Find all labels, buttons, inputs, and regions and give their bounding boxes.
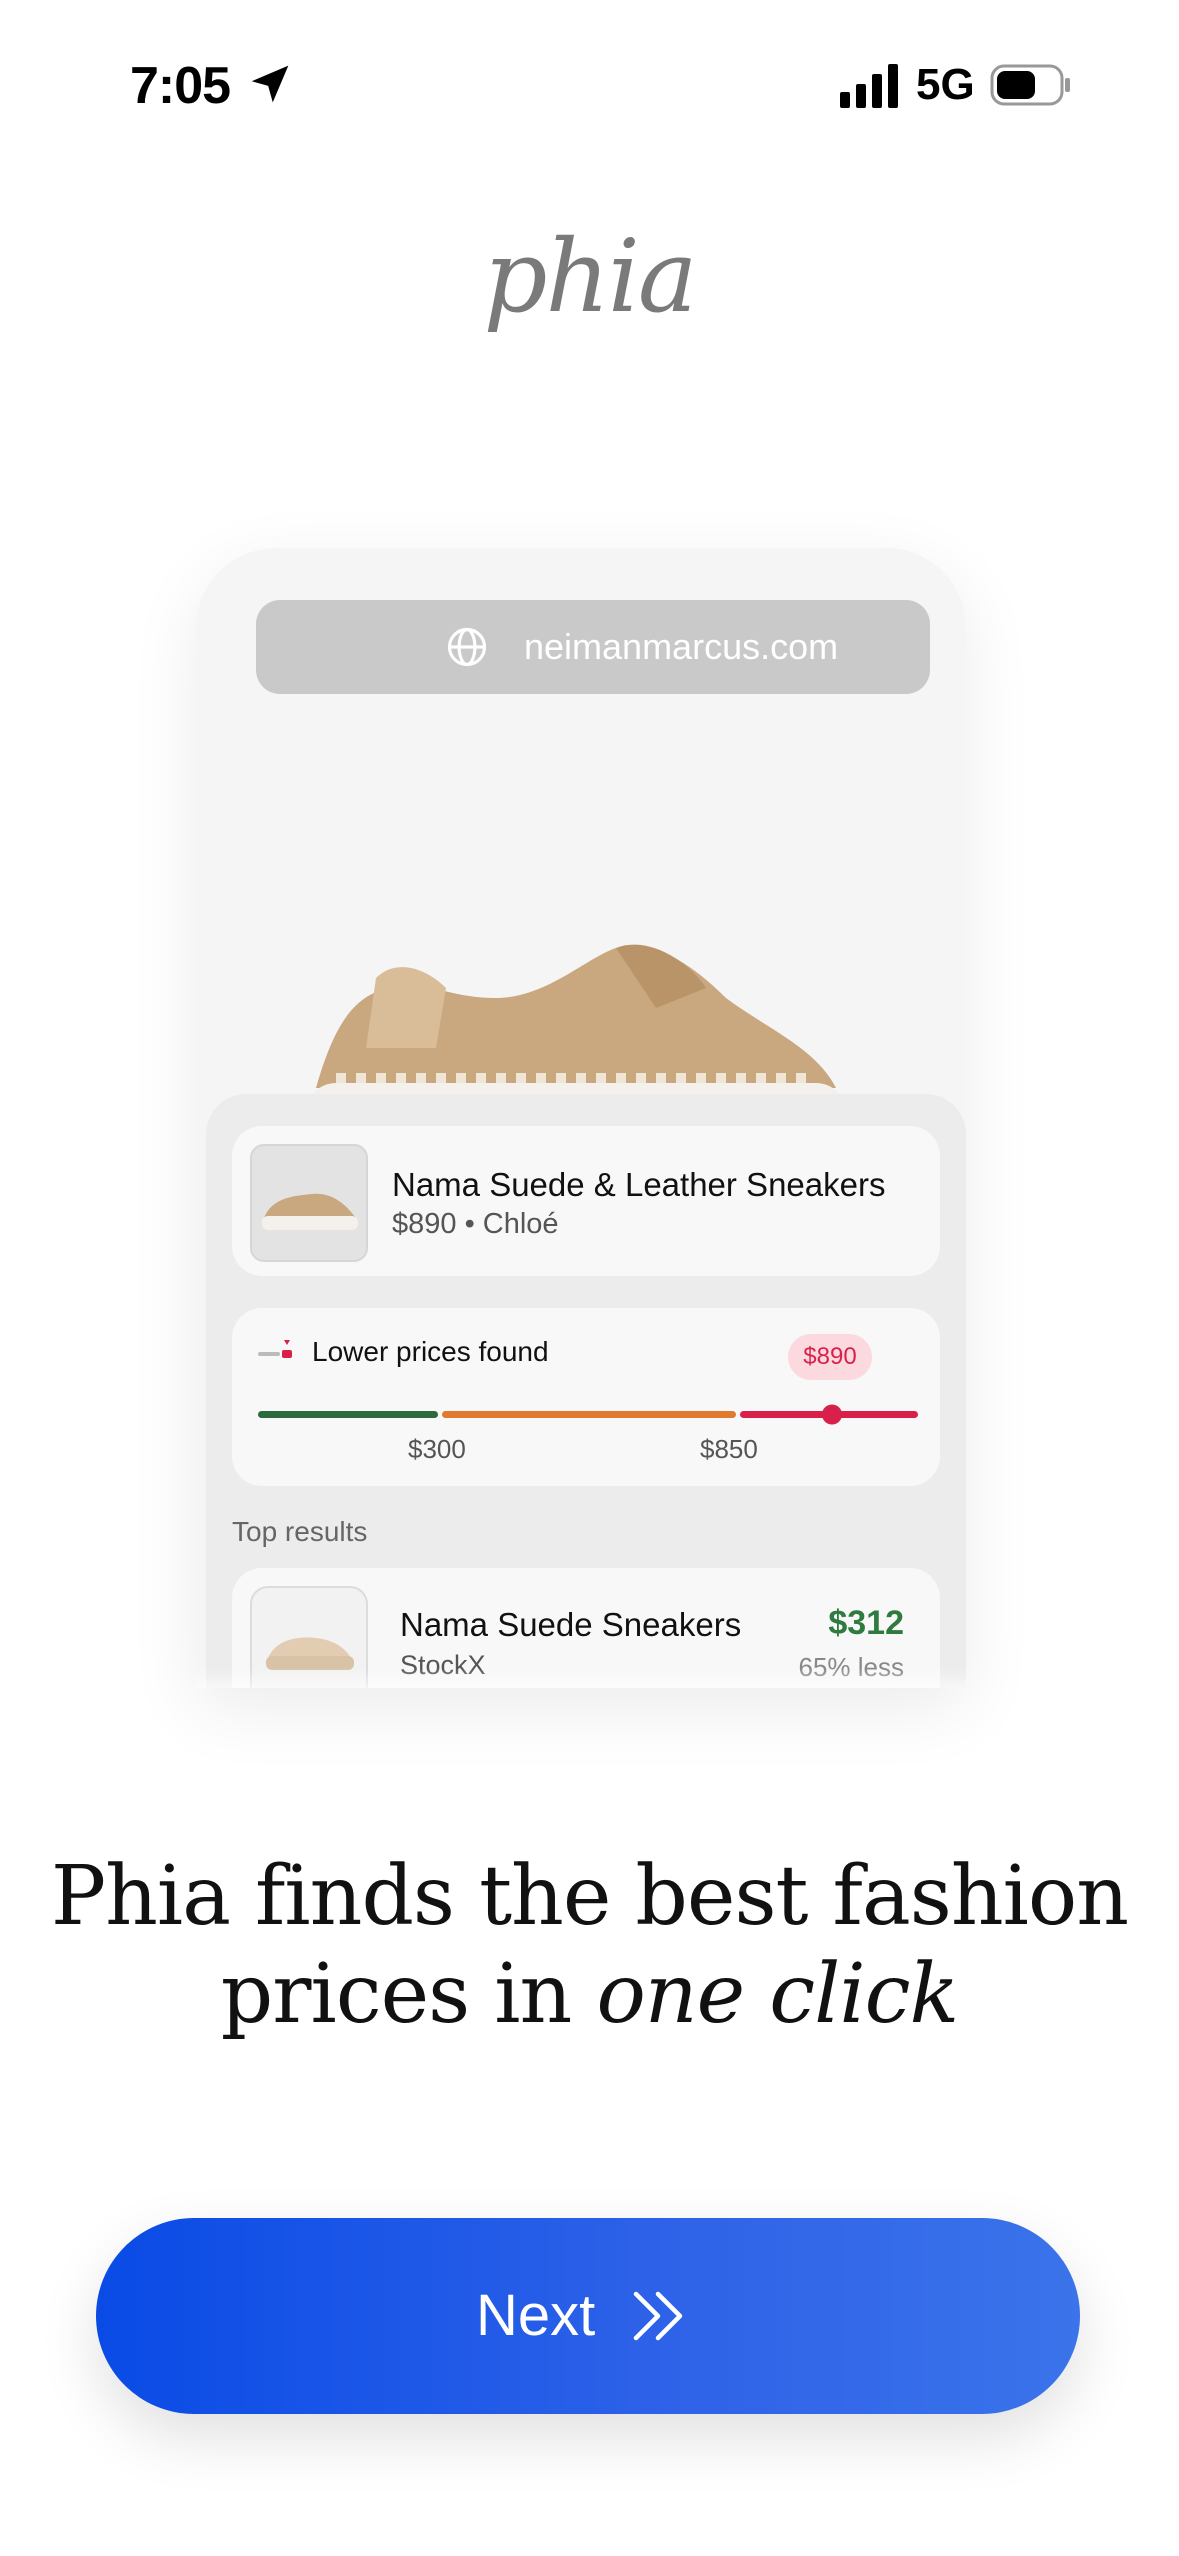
product-name: Nama Suede & Leather Sneakers [392,1166,886,1203]
top-results-label: Top results [232,1516,368,1547]
product-thumbnail [250,1144,368,1262]
globe-icon [447,627,487,667]
headline: Phia finds the best fashion prices in on… [0,1848,1179,2044]
headline-plain: prices in [220,1947,573,2042]
phone-mockup: neimanmarcus.com Nama Suede & Leather Sn… [196,548,966,1688]
status-time: 7:05 [130,57,231,115]
lower-prices-title: Lower prices found [312,1336,549,1367]
mockup-fade [196,1668,966,1688]
price-panel: Nama Suede & Leather Sneakers $890 • Chl… [206,1094,966,1688]
double-chevron-right-icon [633,2291,683,2341]
network-type: 5G [916,60,975,109]
next-button[interactable]: Next [96,2218,1080,2414]
product-price-brand: $890 • Chloé [392,1208,559,1240]
headline-italic: one click [596,1947,959,2042]
current-price-badge: $890 [788,1334,872,1380]
battery-icon [990,64,1070,106]
url-bar: neimanmarcus.com [256,600,930,694]
price-trend-icon [258,1340,292,1358]
result-price: $312 [828,1604,904,1642]
price-range-bar [258,1404,918,1425]
next-button-label: Next [476,2283,596,2348]
cellular-signal-icon [840,64,898,108]
headline-line-1: Phia finds the best fashion [50,1849,1129,1944]
result-name: Nama Suede Sneakers [400,1606,742,1643]
price-marker-low: $300 [408,1434,466,1464]
app-logo: phia [483,218,697,335]
product-card: Nama Suede & Leather Sneakers $890 • Chl… [232,1126,940,1276]
status-bar: 7:05 5G [0,0,1179,170]
location-arrow-icon [251,65,289,103]
headline-line-2: prices in one click [0,1946,1179,2044]
url-text: neimanmarcus.com [524,626,839,667]
price-comparison-card: Lower prices found $890 $300 $850 [232,1308,940,1486]
price-marker-high: $850 [700,1434,758,1464]
